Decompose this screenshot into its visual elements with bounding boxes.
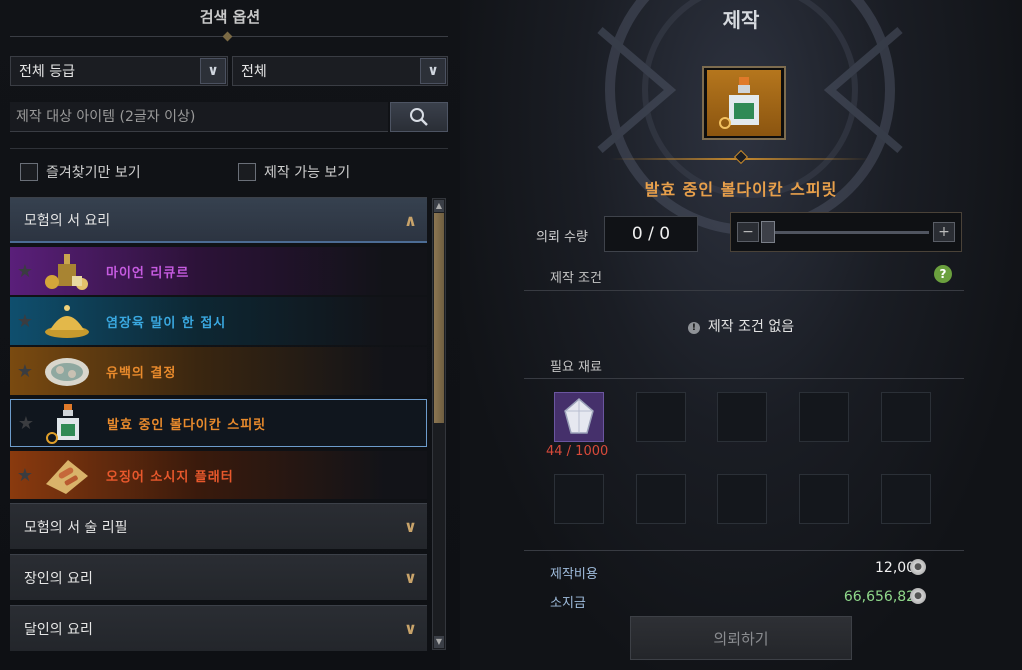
star-icon[interactable]: ★ [10, 261, 40, 282]
list-item[interactable]: ★ 마이언 리큐르 [10, 247, 427, 295]
material-slot [799, 474, 849, 524]
divider [524, 290, 964, 291]
craft-cost-label: 제작비용 [550, 567, 598, 582]
category-label: 장인의 요리 [24, 570, 93, 587]
favorites-only-label: 즐겨찾기만 보기 [46, 165, 141, 181]
list-item-selected[interactable]: ★ 발효 중인 볼다이칸 스피릿 [10, 399, 427, 447]
list-item[interactable]: ★ 유백의 결정 [10, 347, 427, 395]
list-item[interactable]: ★ 염장육 말이 한 접시 [10, 297, 427, 345]
divider [524, 550, 964, 551]
material-slot [636, 392, 686, 442]
chevron-up-icon: ∧ [404, 211, 417, 230]
search-button[interactable] [390, 102, 448, 132]
minus-icon[interactable]: − [737, 222, 759, 242]
sausage-platter-icon [40, 453, 94, 497]
item-name: 발효 중인 볼다이칸 스피릿 [107, 417, 267, 433]
seafood-plate-icon [40, 349, 94, 393]
no-conditions-label: 제작 조건 없음 [707, 319, 795, 335]
no-conditions-text: ! 제작 조건 없음 [460, 316, 1022, 336]
grade-dropdown-value: 전체 등급 [19, 64, 75, 80]
crafting-item-name: 발효 중인 볼다이칸 스피릿 [644, 180, 838, 199]
scrollbar-thumb[interactable] [434, 213, 444, 423]
slider-track[interactable] [763, 231, 929, 234]
list-item[interactable]: ★ 오징어 소시지 플래터 [10, 451, 427, 499]
title-divider [10, 31, 448, 42]
category-adventure-drink-refill[interactable]: 모험의 서 술 리필 ∨ [10, 503, 427, 549]
chevron-down-icon: ∨ [404, 517, 417, 536]
quantity-input[interactable]: 0 / 0 [604, 216, 698, 252]
category-adventure-cooking[interactable]: 모험의 서 요리 ∧ [10, 197, 427, 243]
category-artisan-cooking[interactable]: 장인의 요리 ∨ [10, 554, 427, 600]
star-icon[interactable]: ★ [11, 413, 41, 434]
chevron-down-icon: ∨ [404, 619, 417, 638]
panel-title: 검색 옵션 [199, 8, 261, 26]
crafting-panel: 제작 발효 중인 볼다이칸 스피릿 의뢰 수량 0 / 0 − + 제작 조건 … [460, 0, 1022, 670]
info-icon: ! [687, 322, 700, 334]
chevron-down-icon[interactable]: ∨ [420, 58, 446, 84]
search-input[interactable] [16, 108, 388, 125]
slider-handle[interactable] [761, 221, 775, 243]
help-icon[interactable]: ? [934, 265, 952, 283]
checkbox-box[interactable] [20, 163, 38, 181]
material-slot [717, 474, 767, 524]
divider [10, 148, 448, 149]
material-slot[interactable] [554, 392, 604, 442]
divider [524, 378, 964, 379]
liquor-bottles-icon [40, 249, 94, 293]
quantity-slider[interactable]: − + [730, 212, 962, 252]
chevron-down-icon[interactable]: ∨ [200, 58, 226, 84]
crafting-title: 제작 [722, 8, 760, 32]
category-label: 달인의 요리 [24, 621, 93, 638]
material-count: 44 / 1000 [546, 444, 609, 459]
silver-coin-icon: ● [910, 559, 926, 575]
material-slot [881, 474, 931, 524]
favorites-only-checkbox[interactable]: 즐겨찾기만 보기 [20, 162, 141, 182]
checkbox-box[interactable] [238, 163, 256, 181]
request-button[interactable]: 의뢰하기 [630, 616, 852, 660]
owned-gold-label: 소지금 [550, 596, 586, 611]
silver-coin-icon: ● [910, 588, 926, 604]
potion-bottle-icon [41, 401, 95, 445]
item-name: 마이언 리큐르 [106, 265, 190, 281]
search-icon [410, 108, 428, 126]
craftable-only-checkbox[interactable]: 제작 가능 보기 [238, 162, 350, 182]
material-slot [881, 392, 931, 442]
material-slot [717, 392, 767, 442]
quantity-label: 의뢰 수량 [536, 230, 588, 245]
material-slot [799, 392, 849, 442]
craftable-only-label: 제작 가능 보기 [264, 165, 351, 181]
item-name: 유백의 결정 [106, 365, 177, 381]
crystal-icon [564, 398, 594, 434]
divider-notch [222, 31, 233, 42]
plus-icon[interactable]: + [933, 222, 955, 242]
scrollbar[interactable]: ▲ ▼ [432, 198, 446, 650]
selected-item-slot [702, 66, 786, 140]
star-icon[interactable]: ★ [10, 311, 40, 332]
item-name: 오징어 소시지 플래터 [106, 469, 234, 485]
star-icon[interactable]: ★ [10, 361, 40, 382]
grade-dropdown[interactable]: 전체 등급 ∨ [10, 56, 228, 86]
search-field[interactable] [10, 102, 388, 132]
type-dropdown[interactable]: 전체 ∨ [232, 56, 448, 86]
chevron-down-icon: ∨ [404, 568, 417, 587]
craft-conditions-label: 제작 조건 [550, 271, 602, 286]
item-name: 염장육 말이 한 접시 [106, 315, 227, 331]
scroll-up-icon[interactable]: ▲ [434, 200, 444, 212]
scroll-down-icon[interactable]: ▼ [434, 636, 444, 648]
required-materials-label: 필요 재료 [550, 360, 602, 375]
material-slot [636, 474, 686, 524]
category-master-cooking[interactable]: 달인의 요리 ∨ [10, 605, 427, 651]
recipe-list: 모험의 서 요리 ∧ ★ 마이언 리큐르 ★ 염장육 말이 한 접시 ★ 유백의… [10, 197, 427, 657]
category-label: 모험의 서 술 리필 [24, 519, 128, 536]
type-dropdown-value: 전체 [241, 64, 267, 80]
search-options-panel: 검색 옵션 전체 등급 ∨ 전체 ∨ 즐겨찾기만 보기 제작 가능 보기 모험의… [0, 0, 460, 670]
category-label: 모험의 서 요리 [24, 212, 111, 229]
star-icon[interactable]: ★ [10, 465, 40, 486]
golden-dome-plate-icon [40, 299, 94, 343]
material-slot [554, 474, 604, 524]
potion-bottle-icon [707, 70, 781, 136]
